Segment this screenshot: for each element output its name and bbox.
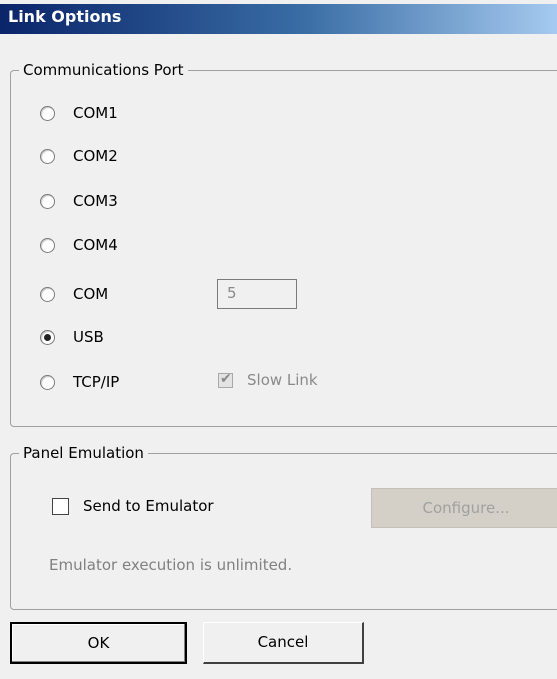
radio-com2[interactable]: COM2 — [40, 144, 118, 168]
slow-link-check-icon[interactable] — [218, 371, 233, 388]
send-to-emulator-box[interactable] — [52, 497, 69, 515]
radio-com4[interactable]: COM4 — [40, 233, 118, 257]
radio-com-custom-label[interactable]: COM — [73, 285, 108, 303]
slow-link-checkbox[interactable]: Slow Link — [218, 371, 318, 389]
radio-com2-button[interactable] — [40, 148, 55, 164]
radio-usb-button[interactable] — [40, 329, 55, 345]
com-number-input[interactable]: 5 — [217, 279, 297, 309]
radio-com1[interactable]: COM1 — [40, 101, 118, 125]
configure-button[interactable]: Configure... — [371, 488, 557, 528]
slow-link-label[interactable]: Slow Link — [247, 371, 318, 389]
emulator-status-text: Emulator execution is unlimited. — [49, 556, 293, 574]
radio-com3-label[interactable]: COM3 — [73, 192, 118, 210]
communications-port-legend: Communications Port — [19, 60, 188, 80]
radio-com-custom[interactable]: COM — [40, 282, 108, 306]
radio-com4-label[interactable]: COM4 — [73, 236, 118, 254]
radio-com1-label[interactable]: COM1 — [73, 104, 118, 122]
cancel-button[interactable]: Cancel — [203, 622, 364, 664]
radio-com4-button[interactable] — [40, 237, 55, 253]
radio-com3-button[interactable] — [40, 193, 55, 209]
radio-tcpip-button[interactable] — [40, 374, 55, 390]
radio-com3[interactable]: COM3 — [40, 189, 118, 213]
panel-emulation-group: Panel Emulation — [10, 443, 557, 610]
send-to-emulator-checkbox[interactable]: Send to Emulator — [52, 497, 214, 515]
radio-com2-label[interactable]: COM2 — [73, 147, 118, 165]
radio-com-custom-button[interactable] — [40, 286, 55, 302]
title-bar[interactable]: Link Options — [0, 4, 557, 34]
panel-emulation-legend: Panel Emulation — [19, 443, 148, 463]
radio-usb[interactable]: USB — [40, 325, 104, 349]
radio-com1-button[interactable] — [40, 105, 55, 121]
window-title: Link Options — [8, 7, 122, 26]
send-to-emulator-label[interactable]: Send to Emulator — [83, 497, 214, 515]
radio-tcpip[interactable]: TCP/IP — [40, 370, 119, 394]
radio-usb-label[interactable]: USB — [73, 328, 104, 346]
ok-button[interactable]: OK — [10, 622, 187, 664]
radio-tcpip-label[interactable]: TCP/IP — [73, 373, 119, 391]
